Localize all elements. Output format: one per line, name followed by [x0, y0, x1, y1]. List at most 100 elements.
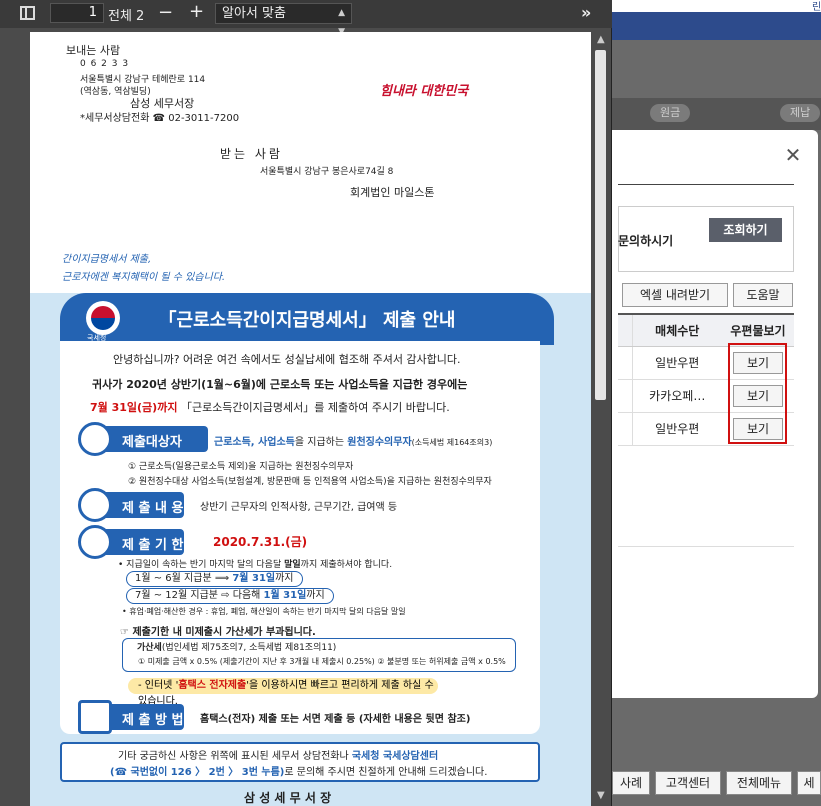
hometax-note: - 인터넷 '홈택스 전자제출'을 이용하시면 빠르고 편리하게 제출 하실 수…: [128, 678, 438, 707]
section-contents: 제 출 내 용: [78, 488, 184, 522]
section-contents-label: 제 출 내 용: [122, 501, 184, 516]
person-icon: [78, 422, 112, 456]
poster-title: 「근로소득간이지급명세서」 제출 안내: [158, 310, 456, 331]
period-pill-1: 1월 ~ 6월 지급분 ⟹ 7월 31일까지: [126, 571, 303, 587]
viewer-toolbar: 1 전체 2 − + 알아서 맞춤▲▼ »: [0, 0, 612, 37]
excel-download-button[interactable]: 엑셀 내려받기: [622, 283, 728, 307]
row-cell-blank: [618, 379, 633, 413]
poster-banner: 국세청 「근로소득간이지급명세서」 제출 안내: [60, 293, 554, 345]
sender-heading: 보내는 사람: [66, 44, 121, 57]
pill-2c: 까지: [306, 590, 325, 601]
footer-1a: 기타 궁금하신 사항은 위쪽에 표시된 세무서 상담전화나: [118, 751, 352, 762]
section-contents-text: 상반기 근무자의 인적사항, 근무기간, 급여액 등: [200, 502, 398, 513]
recipients-blue-2: 원천징수의무자: [347, 437, 412, 448]
scroll-up-icon[interactable]: ▲: [597, 34, 605, 45]
close-icon[interactable]: ✕: [783, 145, 803, 165]
deadline-note-a: • 지급일이 속하는 반기 마지막 달의 다음달: [118, 560, 285, 570]
footer-cases-button[interactable]: 사례: [612, 771, 650, 795]
period-pill-2: 7월 ~ 12월 지급분 ⇨ 다음해 1월 31일까지: [126, 588, 334, 604]
tab-arrears[interactable]: 제납: [780, 104, 821, 122]
handwriting-line-2: 근로자에겐 복지혜택이 될 수 있습니다.: [62, 272, 226, 283]
zoom-out-button[interactable]: −: [158, 2, 173, 23]
pill-1c: 까지: [275, 573, 294, 584]
footer-menu-button[interactable]: 전체메뉴: [726, 771, 792, 795]
poster-lead-1: 귀사가 2020년 상반기(1월~6월)에 근로소득 또는 사업소득을 지급한 …: [92, 378, 468, 391]
hometax-note-a: - 인터넷 ': [138, 680, 179, 691]
section-method: 제 출 방 법: [78, 700, 184, 734]
bg-nav-bar: [612, 12, 821, 40]
penalty-title-bold: 가산세: [137, 643, 162, 653]
column-header-view: 우편물보기: [722, 313, 794, 347]
footer-tax-button[interactable]: 세무: [797, 771, 821, 795]
more-tools-icon[interactable]: »: [581, 3, 591, 22]
column-header-blank: [618, 313, 633, 347]
section-recipients: 제출대상자: [78, 422, 208, 456]
dialog-separator: [618, 546, 794, 547]
penalty-detail: ① 미제출 금액 x 0.5% (제출기간이 지난 후 3개월 내 제출시 0.…: [138, 657, 506, 666]
recipients-blue: 근로소득, 사업소득: [214, 437, 295, 448]
pill-1a: 1월 ~ 6월 지급분 ⟹: [135, 573, 233, 584]
table-header-row: 매체수단 우편물보기: [618, 313, 794, 347]
hometax-note-red: 홈택스 전자제출: [178, 680, 247, 691]
scroll-down-icon[interactable]: ▼: [597, 790, 605, 801]
penalty-heading: ☞ 제출기한 내 미제출시 가산세가 부과됩니다.: [120, 627, 316, 638]
poster-lead-2: 7월 31일(금)까지 「근로소득간이지급명세서」를 제출하여 주시기 바랍니다…: [90, 399, 450, 415]
closure-note: • 휴업·폐업·해산한 경우 : 휴업, 폐업, 해산일이 속하는 반기 마지막…: [122, 607, 406, 616]
slogan-logo: 힘내라 대한민국: [380, 84, 469, 99]
lead-2-rest: 「근로소득간이지급명세서」를 제출하여 주시기 바랍니다.: [177, 401, 450, 414]
section-recipients-text: 근로소득, 사업소득을 지급하는 원천징수의무자(소득세법 제164조의3): [214, 433, 492, 448]
footer-line-2: (☎ 국번없이 126 〉 2번 〉 3번 누름)로 문의해 주시면 친절하게 …: [110, 763, 487, 778]
section-method-text: 홈택스(전자) 제출 또는 서면 제출 등 (자세한 내용은 뒷면 참조): [200, 714, 471, 725]
bg-top-bar: [612, 0, 821, 12]
pill-2b: 1월 31일: [263, 590, 307, 601]
bottom-signature-cut: 삼 성 세 무 서 장: [244, 791, 332, 805]
row-medium: 일반우편: [632, 346, 722, 380]
scrollbar-thumb[interactable]: [595, 50, 606, 400]
section-deadline: 제 출 기 한: [78, 525, 184, 559]
row-cell-blank: [618, 412, 633, 446]
deadline-date: 2020.7.31.(금): [213, 535, 308, 549]
clock-icon: [78, 525, 112, 559]
highlight-box: [728, 343, 787, 444]
page-total: 전체 2: [108, 9, 145, 24]
poster-greeting: 안녕하십니까? 어려운 여건 속에서도 성실납세에 협조해 주셔서 감사합니다.: [113, 353, 461, 366]
clipboard-icon: [78, 488, 112, 522]
tab-principal[interactable]: 원금: [650, 104, 691, 122]
help-button[interactable]: 도움말: [733, 283, 793, 307]
row-cell-blank: [618, 346, 633, 380]
zoom-select-value: 알아서 맞춤: [222, 6, 286, 21]
pdf-viewer: 1 전체 2 − + 알아서 맞춤▲▼ » ▲ ▼ 보내는 사람 0 6 2 3…: [0, 0, 612, 806]
section-recipients-label: 제출대상자: [122, 435, 182, 450]
recipients-mid: 을 지급하는: [294, 437, 348, 448]
inquire-button[interactable]: 조회하기: [709, 218, 782, 242]
recipients-law: (소득세법 제164조의3): [411, 438, 493, 447]
deadline-note: • 지급일이 속하는 반기 마지막 달의 다음달 말일까지 제출하셔야 합니다.: [118, 557, 392, 570]
info-text: 문의하시기: [618, 234, 674, 248]
column-header-medium: 매체수단: [632, 313, 722, 347]
footer-support-button[interactable]: 고객센터: [655, 771, 721, 795]
page-number-input[interactable]: 1: [50, 3, 104, 23]
section-deadline-label: 제 출 기 한: [122, 538, 184, 553]
sidebar-toggle-icon[interactable]: [20, 6, 35, 20]
handwriting-line-1: 간이지급명세서 제출,: [62, 254, 152, 265]
section-method-label: 제 출 방 법: [122, 713, 184, 728]
sender-postal-code: 0 6 2 3 3: [80, 59, 130, 69]
sender-phone: *세무서상담전화 ☎ 02-3011-7200: [80, 113, 240, 124]
zoom-in-button[interactable]: +: [189, 1, 204, 22]
footer-2a: (☎ 국번없이 126 〉 2번 〉 3번 누름): [110, 767, 285, 778]
pill-1b: 7월 31일: [232, 573, 276, 584]
dialog-divider: [618, 184, 794, 185]
receiver-heading: 받는 사람: [220, 147, 283, 161]
computer-icon: [78, 700, 112, 734]
footer-1b: 국세청 국세상담센터: [351, 751, 439, 762]
document-page: 보내는 사람 0 6 2 3 3 서울특별시 강남구 테헤란로 114 (역삼동…: [30, 32, 591, 806]
footer-line-1: 기타 궁금하신 사항은 위쪽에 표시된 세무서 상담전화나 국세청 국세상담센터: [118, 747, 438, 762]
pill-2a: 7월 ~ 12월 지급분 ⇨ 다음해: [135, 590, 264, 601]
footer-2b: 로 문의해 주시면 친절하게 안내해 드리겠습니다.: [284, 767, 488, 778]
receiver-name: 회계법인 마일스톤: [350, 186, 435, 199]
recipients-item-1: ① 근로소득(일용근로소득 제외)을 지급하는 원천징수의무자: [128, 462, 354, 472]
penalty-title-rest: (법인세법 제75조의7, 소득세법 제81조의11): [161, 643, 337, 653]
recipients-item-2: ② 원천징수대상 사업소득(보험설계, 방문판매 등 인적용역 사업소득)을 지…: [128, 477, 492, 487]
zoom-select[interactable]: 알아서 맞춤▲▼: [215, 3, 352, 37]
receiver-address: 서울특별시 강남구 봉은사로74길 8: [260, 167, 394, 177]
